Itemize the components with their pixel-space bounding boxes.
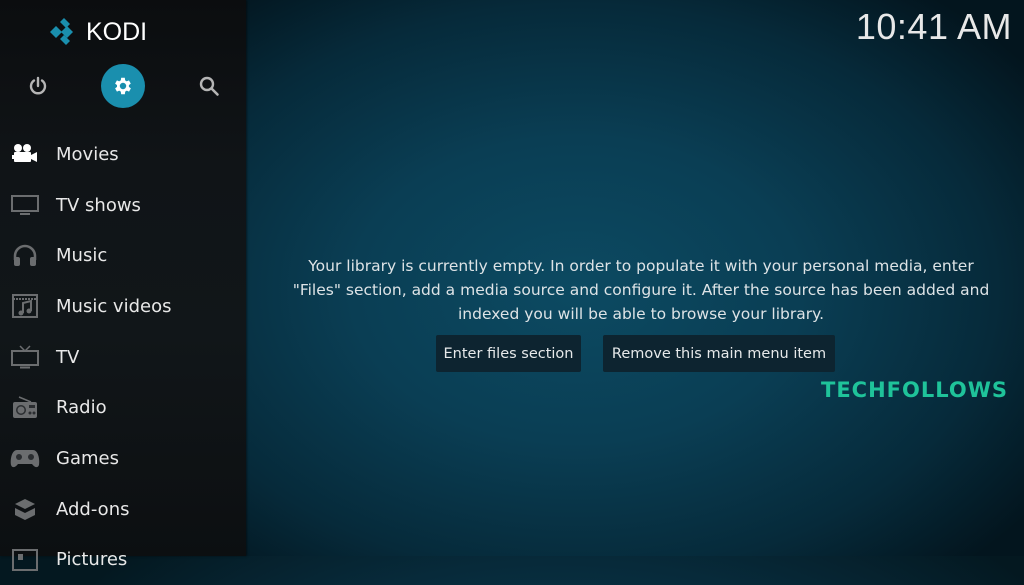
gamepad-icon xyxy=(10,446,40,470)
message-line: Your library is currently empty. In orde… xyxy=(262,254,1020,278)
enter-files-section-button[interactable]: Enter files section xyxy=(436,335,581,372)
power-button[interactable] xyxy=(16,64,60,108)
action-buttons: Enter files section Remove this main men… xyxy=(0,335,1024,373)
menu-item-label: Pictures xyxy=(56,549,127,570)
watermark: TECHFOLLOWS xyxy=(821,378,1008,402)
empty-library-message: Your library is currently empty. In orde… xyxy=(262,254,1020,326)
menu-item-movies[interactable]: Movies xyxy=(0,129,246,180)
settings-icon xyxy=(112,75,134,97)
message-line: "Files" section, add a media source and … xyxy=(262,278,1020,302)
picture-icon xyxy=(10,548,40,572)
menu-item-label: Add-ons xyxy=(56,499,129,520)
sidebar: KODI Movies xyxy=(0,0,246,556)
menu-item-label: TV shows xyxy=(56,195,141,216)
menu-item-label: Movies xyxy=(56,144,119,165)
movie-camera-icon xyxy=(10,142,40,166)
menu-item-label: Games xyxy=(56,448,119,469)
clock: 10:41 AM xyxy=(856,6,1012,48)
open-box-icon xyxy=(10,497,40,521)
menu-item-games[interactable]: Games xyxy=(0,433,246,484)
headphones-icon xyxy=(10,244,40,268)
settings-button[interactable] xyxy=(101,64,145,108)
menu-item-label: Radio xyxy=(56,397,107,418)
menu-item-pictures[interactable]: Pictures xyxy=(0,535,246,585)
music-video-icon xyxy=(10,294,40,318)
menu-item-label: Music videos xyxy=(56,296,171,317)
remove-main-menu-item-button[interactable]: Remove this main menu item xyxy=(603,335,835,372)
kodi-logo: KODI xyxy=(48,16,147,48)
menu-item-music[interactable]: Music xyxy=(0,230,246,281)
menu-item-label: Music xyxy=(56,245,107,266)
search-button[interactable] xyxy=(187,64,231,108)
menu-item-radio[interactable]: Radio xyxy=(0,382,246,433)
menu-item-add-ons[interactable]: Add-ons xyxy=(0,484,246,535)
message-line: indexed you will be able to browse your … xyxy=(262,302,1020,326)
power-icon xyxy=(27,75,49,97)
monitor-icon xyxy=(10,193,40,217)
menu-item-music-videos[interactable]: Music videos xyxy=(0,281,246,332)
app-name: KODI xyxy=(86,18,147,47)
search-icon xyxy=(198,75,220,97)
radio-icon xyxy=(10,396,40,420)
kodi-logo-icon xyxy=(48,17,78,47)
top-icon-bar xyxy=(0,64,246,108)
menu-item-tv-shows[interactable]: TV shows xyxy=(0,180,246,231)
